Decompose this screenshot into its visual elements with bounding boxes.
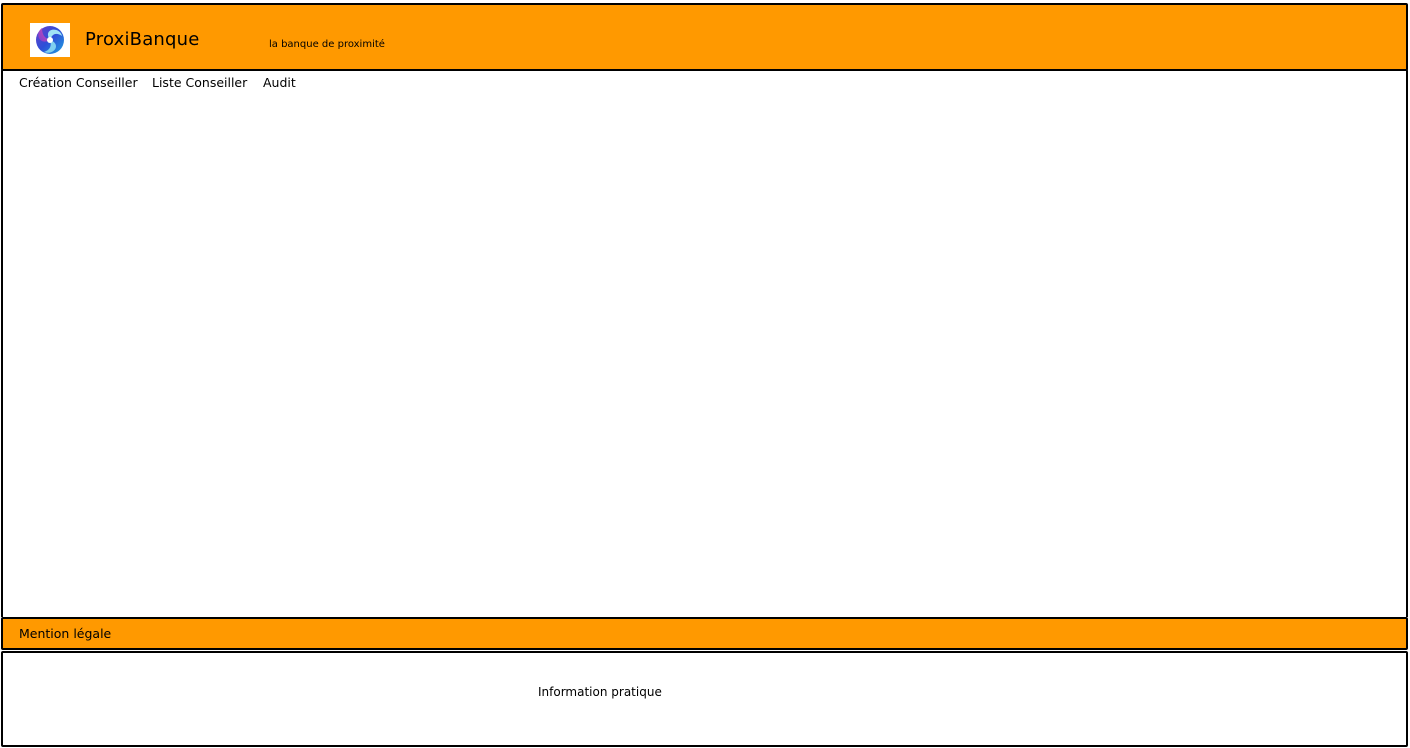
site-footer: Information pratique bbox=[1, 651, 1408, 747]
nav-item-audit[interactable]: Audit bbox=[263, 75, 296, 90]
nav-item-liste-conseiller[interactable]: Liste Conseiller bbox=[152, 75, 247, 90]
brand-tagline: la banque de proximité bbox=[269, 39, 385, 50]
main-content-area bbox=[1, 95, 1408, 617]
brand-name: ProxiBanque bbox=[85, 29, 200, 50]
site-header: ProxiBanque la banque de proximité bbox=[1, 3, 1408, 71]
nav-item-creation-conseiller[interactable]: Création Conseiller bbox=[19, 75, 138, 90]
practical-info-text: Information pratique bbox=[538, 685, 662, 699]
legal-mention-link[interactable]: Mention légale bbox=[19, 626, 111, 641]
bank-logo[interactable] bbox=[30, 23, 70, 57]
page-frame: ProxiBanque la banque de proximité Créat… bbox=[0, 0, 1410, 748]
legal-bar: Mention légale bbox=[1, 617, 1408, 650]
swirl-logo-icon bbox=[36, 26, 64, 54]
main-nav: Création Conseiller Liste Conseiller Aud… bbox=[1, 69, 1408, 97]
